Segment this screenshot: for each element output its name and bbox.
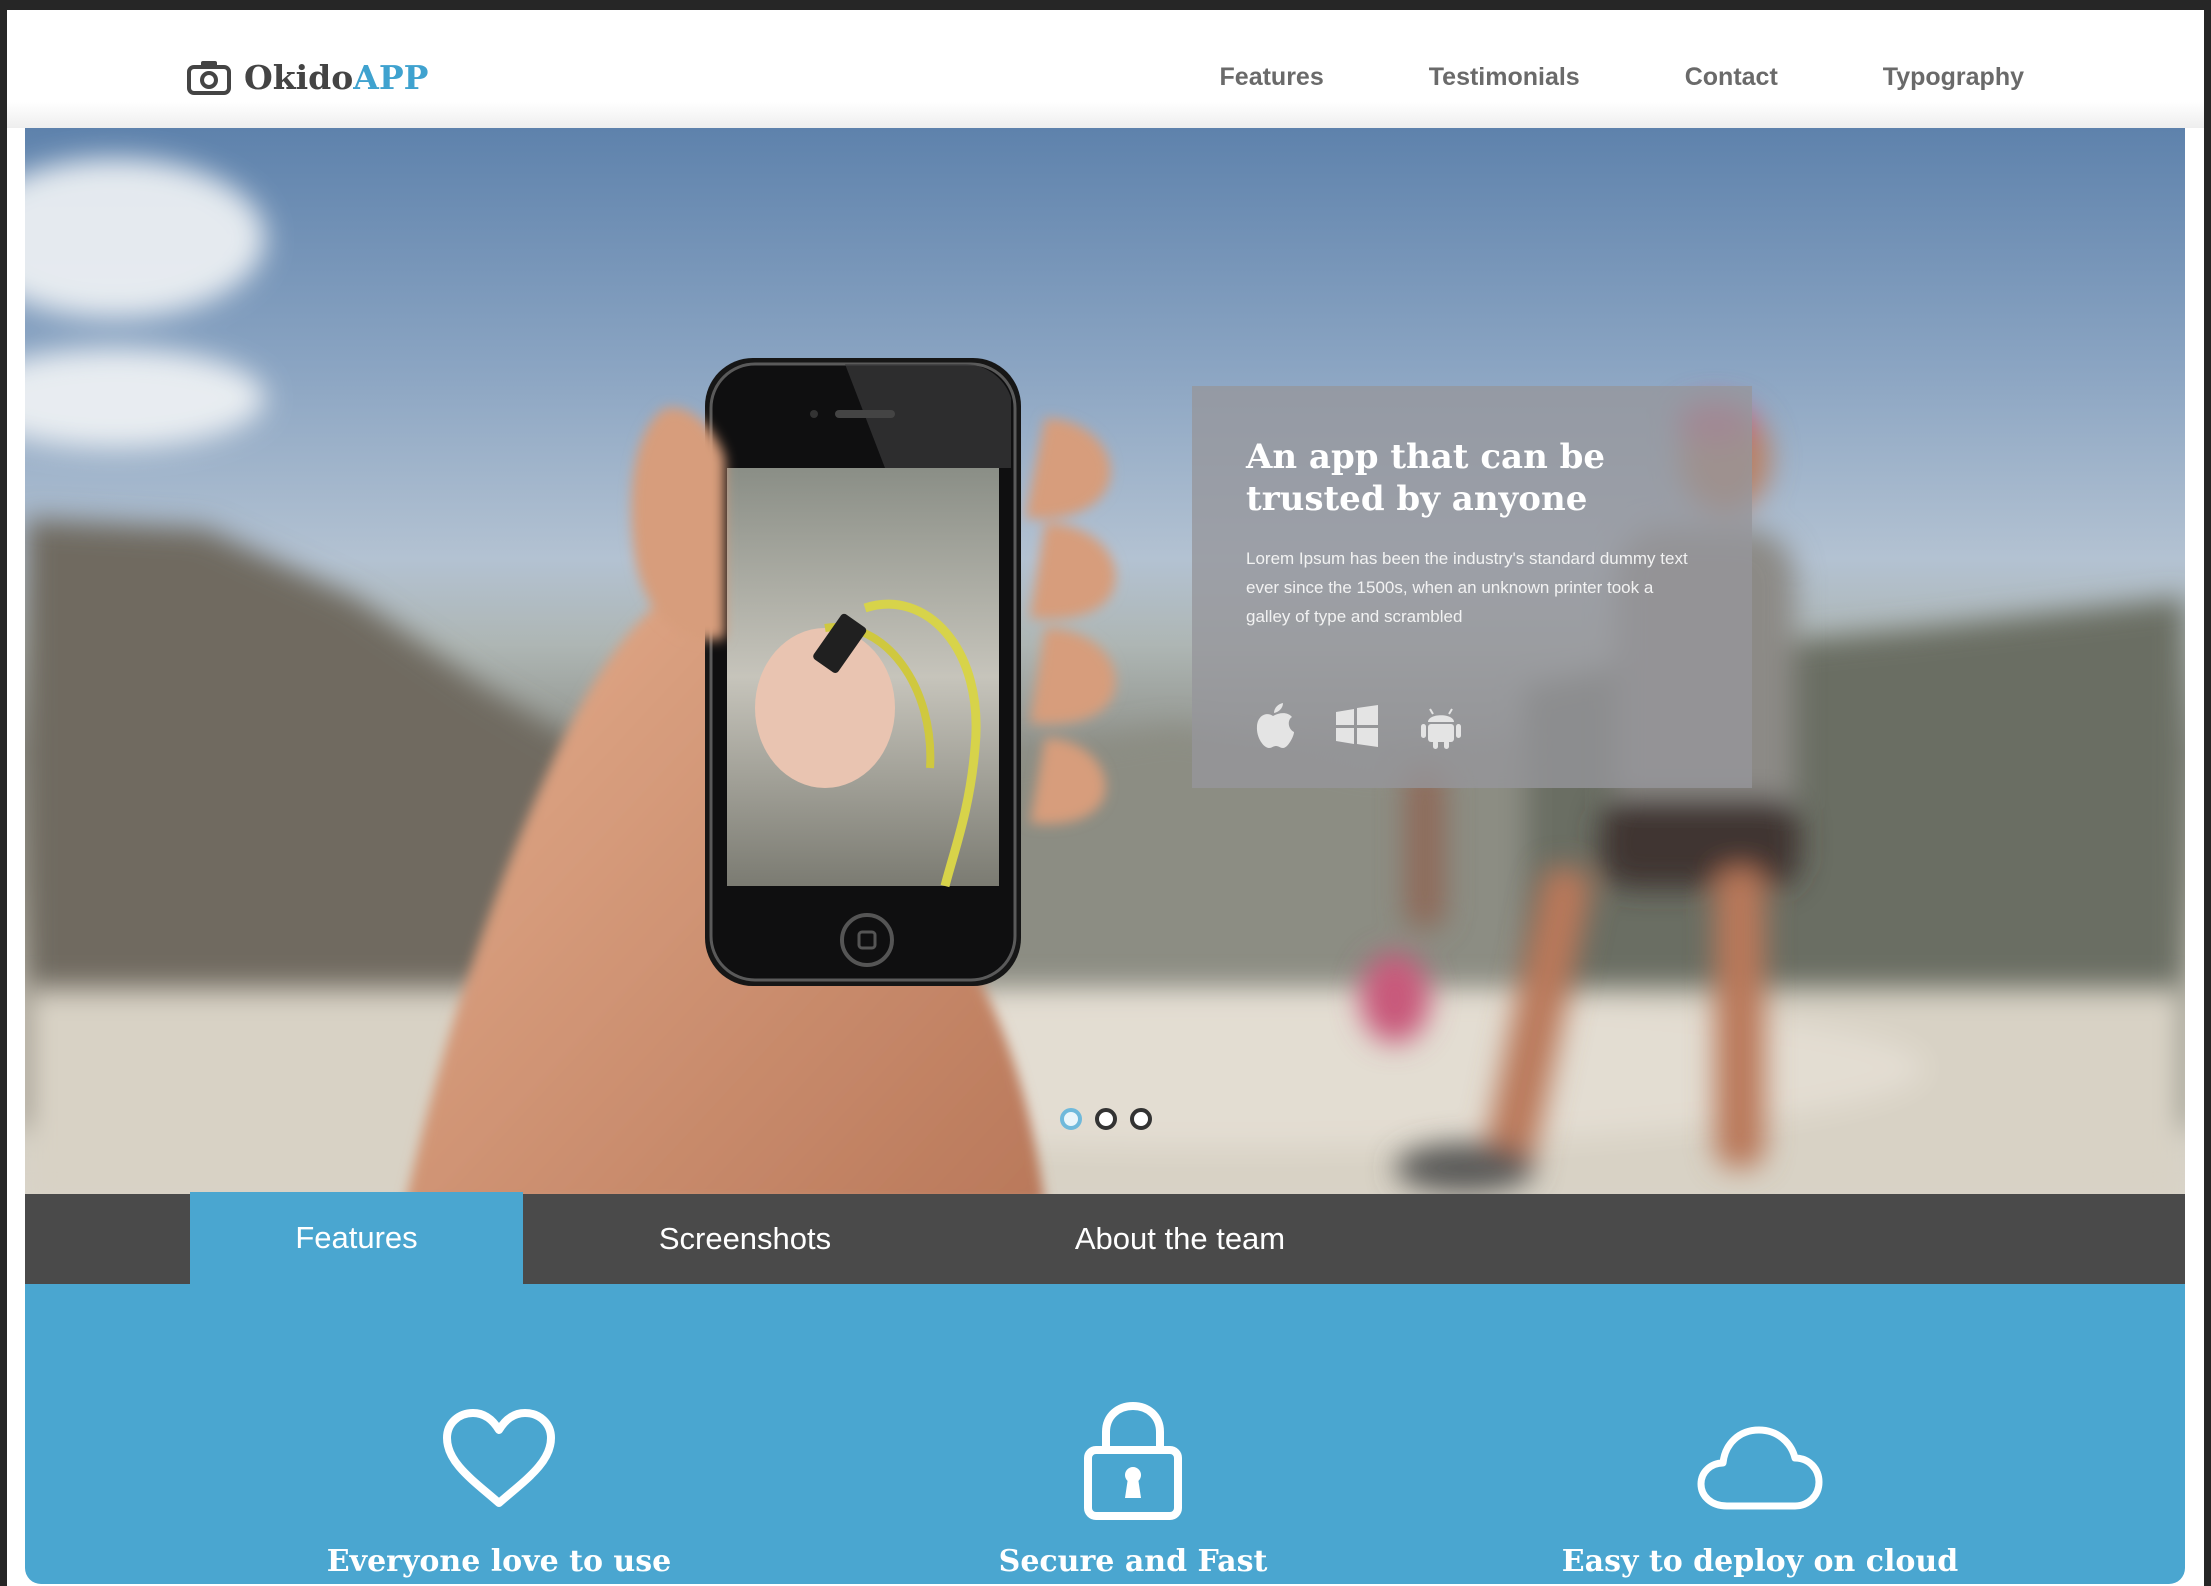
hero-slider: An app that can be trusted by anyone Lor… [25,128,2185,1204]
features-panel: Everyone love to use Secure and Fast Eas… [25,1284,2185,1584]
heart-icon [443,1409,555,1507]
hero-title: An app that can be trusted by anyone [1246,437,1606,519]
top-navigation: Features Testimonials Contact Typography [1115,63,2024,92]
feature-label: Easy to deploy on cloud [1561,1544,1959,1579]
nav-link-testimonials[interactable]: Testimonials [1429,63,1580,92]
tab-about-the-team[interactable]: About the team [1025,1194,1335,1284]
tab-features[interactable]: Features [190,1192,523,1284]
feature-item: Secure and Fast [873,1284,1393,1579]
windows-icon[interactable] [1334,702,1380,750]
tab-screenshots[interactable]: Screenshots [595,1194,895,1284]
feature-label: Everyone love to use [326,1544,672,1579]
camera-icon [187,61,231,95]
nav-link-features[interactable]: Features [1220,63,1324,92]
browser-viewport: Okido APP Features Testimonials Contact T… [7,10,2204,1586]
hero-background-photo [25,158,2185,1204]
brand-name: Okido [244,57,354,97]
brand-logo[interactable]: Okido APP [187,52,428,102]
hero-description: Lorem Ipsum has been the industry's stan… [1246,549,1688,626]
slider-pagination [1060,1108,1165,1130]
slider-dot-1[interactable] [1060,1108,1082,1130]
hero-caption-box: An app that can be trusted by anyone Lor… [1192,386,1752,788]
platform-icons [1250,702,1502,750]
feature-item: Easy to deploy on cloud [1500,1284,2020,1579]
feature-item: Everyone love to use [239,1284,759,1579]
feature-label: Secure and Fast [998,1544,1268,1579]
nav-link-typography[interactable]: Typography [1883,63,2024,92]
cloud-icon [1697,1426,1823,1510]
brand-name-accent: APP [353,57,429,97]
apple-icon[interactable] [1250,702,1296,750]
section-tab-bar: Features Screenshots About the team [25,1192,2185,1284]
slider-dot-2[interactable] [1095,1108,1117,1130]
nav-link-contact[interactable]: Contact [1685,63,1778,92]
slider-dot-3[interactable] [1130,1108,1152,1130]
android-icon[interactable] [1418,702,1464,750]
lock-icon [1084,1401,1182,1520]
site-header: Okido APP Features Testimonials Contact T… [7,10,2204,128]
